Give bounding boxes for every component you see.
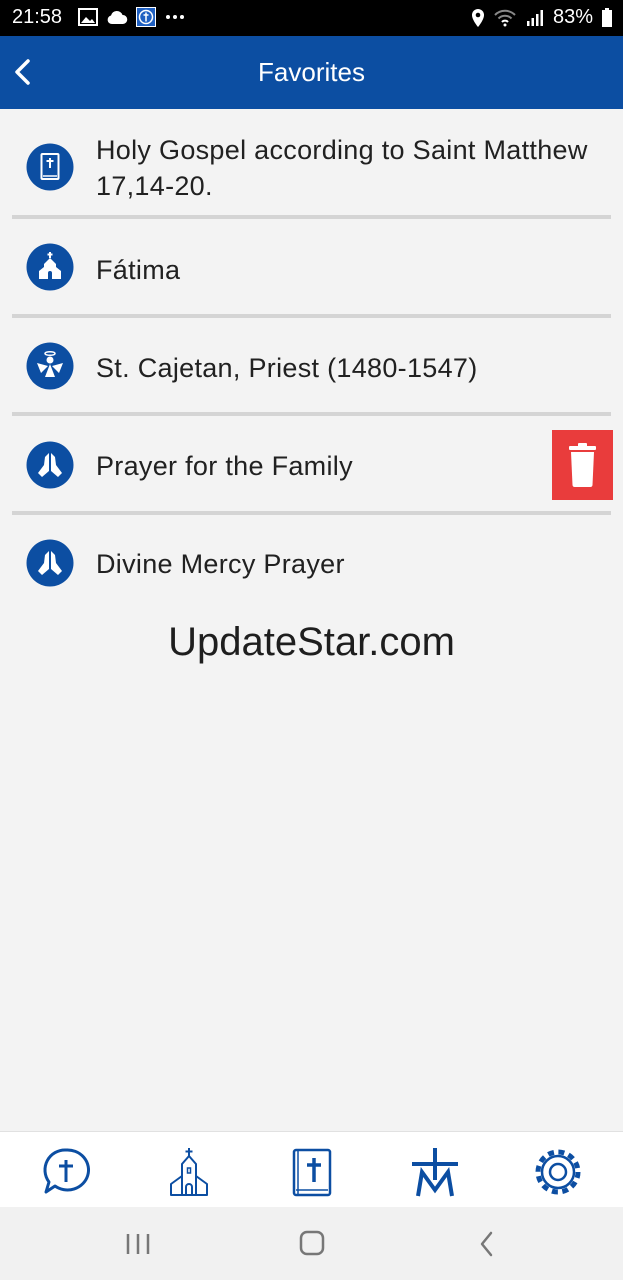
app-bar: Favorites bbox=[0, 36, 623, 109]
status-bar: 21:58 83% bbox=[0, 0, 623, 36]
home-button[interactable] bbox=[292, 1227, 332, 1261]
bible-icon bbox=[26, 143, 74, 191]
list-item-gospel[interactable]: Holy Gospel according to Saint Matthew 1… bbox=[12, 129, 611, 219]
praying-hands-icon bbox=[26, 539, 74, 587]
nav-settings-button[interactable] bbox=[532, 1146, 584, 1198]
signal-icon bbox=[526, 9, 543, 26]
divider bbox=[12, 314, 611, 318]
system-back-button[interactable] bbox=[466, 1227, 506, 1261]
list-item-st-cajetan[interactable]: St. Cajetan, Priest (1480-1547) bbox=[12, 333, 611, 403]
list-item-label: Fátima bbox=[96, 255, 181, 285]
list-item-label: Prayer for the Family bbox=[96, 451, 353, 481]
list-item-divine-mercy[interactable]: Divine Mercy Prayer bbox=[12, 529, 611, 599]
divider bbox=[12, 215, 611, 219]
battery-icon bbox=[602, 7, 612, 27]
settings-gear-icon bbox=[535, 1149, 581, 1195]
list-item-fatima[interactable]: Fátima bbox=[12, 235, 611, 305]
nav-cross-monogram-button[interactable] bbox=[409, 1146, 461, 1198]
nav-bible-button[interactable] bbox=[286, 1146, 338, 1198]
list-item-label: St. Cajetan, Priest (1480-1547) bbox=[96, 353, 478, 383]
praying-hands-icon bbox=[26, 441, 74, 489]
recent-apps-button[interactable] bbox=[118, 1227, 158, 1261]
angel-icon bbox=[26, 342, 74, 390]
status-time: 21:58 bbox=[12, 6, 63, 28]
battery-percent: 83% bbox=[552, 6, 593, 28]
recent-apps-icon bbox=[126, 1234, 150, 1254]
page-title: Favorites bbox=[258, 57, 365, 87]
nav-church-button[interactable] bbox=[163, 1146, 215, 1198]
cloud-icon bbox=[107, 10, 128, 25]
more-icon bbox=[166, 15, 184, 19]
list-item-label: Divine Mercy Prayer bbox=[96, 549, 345, 579]
image-icon bbox=[78, 8, 98, 26]
home-icon bbox=[299, 1230, 325, 1256]
church-icon bbox=[26, 243, 74, 291]
list-item-label: Holy Gospel according to Saint Matthew 1… bbox=[96, 135, 588, 201]
wifi-icon bbox=[494, 9, 516, 26]
location-icon bbox=[471, 8, 484, 27]
cross-monogram-icon bbox=[412, 1148, 458, 1197]
back-icon bbox=[480, 1231, 493, 1257]
chat-cross-icon bbox=[43, 1148, 90, 1194]
watermark-text: UpdateStar.com bbox=[168, 620, 455, 664]
divider bbox=[12, 412, 611, 416]
nav-prayers-button[interactable] bbox=[40, 1146, 92, 1198]
app-notification-icon bbox=[136, 7, 156, 27]
delete-button[interactable] bbox=[552, 430, 613, 500]
system-nav-bar bbox=[0, 1207, 623, 1280]
bottom-nav bbox=[0, 1131, 623, 1208]
church-icon bbox=[170, 1148, 208, 1196]
divider bbox=[12, 511, 611, 515]
trash-icon bbox=[569, 443, 596, 487]
list-item-prayer-family[interactable]: Prayer for the Family bbox=[12, 431, 611, 501]
bible-icon bbox=[292, 1148, 332, 1197]
